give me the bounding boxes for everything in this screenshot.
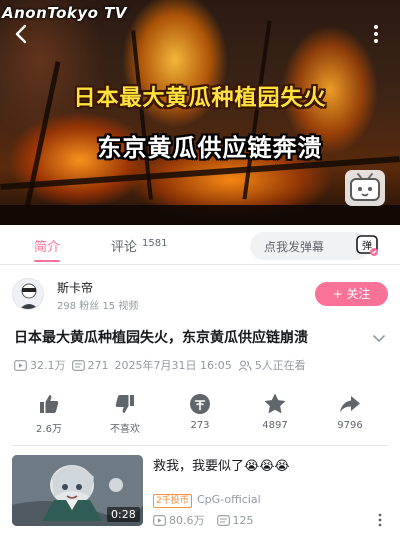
avatar[interactable]: [12, 278, 44, 310]
watching-count: 5人正在看: [238, 357, 306, 373]
video-meta: 32.1万 271 2025年7月31日 16:05 5人正在看: [14, 357, 312, 373]
video-caption-line1: 日本最大黄瓜种植园失火: [73, 86, 327, 111]
danmaku-input[interactable]: 点我发弹幕: [250, 232, 370, 260]
like-button[interactable]: 2.6万: [19, 392, 79, 435]
related-view-count: 80.6万: [153, 512, 205, 528]
video-title: 日本最大黄瓜种植园失火，东京黄瓜供应链崩溃: [14, 330, 308, 346]
watching-count-value: 5人正在看: [254, 359, 306, 372]
tab-comments[interactable]: 评论: [111, 236, 137, 255]
uploader-stats: 298 粉丝 15 视频: [57, 301, 139, 312]
more-options-icon[interactable]: [364, 22, 388, 46]
coin-icon: [190, 394, 210, 414]
back-arrow-icon[interactable]: [10, 22, 34, 46]
comments-count: 1581: [142, 238, 168, 249]
danmaku-count-icon: [216, 514, 230, 526]
publish-date: 2025年7月31日 16:05: [114, 359, 232, 372]
related-title-text: 救我，我要似了😭😭😭: [153, 459, 290, 474]
thumbs-up-icon: [40, 395, 59, 413]
chevron-down-icon[interactable]: [371, 330, 387, 346]
related-danmaku-count: 125: [216, 513, 254, 527]
play-count-icon: [153, 514, 166, 526]
coin-count: 273: [190, 420, 210, 431]
related-stats: 80.6万 125: [153, 512, 266, 528]
video-caption-line2: 东京黄瓜供应链奔溃: [97, 134, 323, 162]
related-author[interactable]: CpG-official: [197, 493, 261, 506]
active-tab-indicator: [34, 260, 60, 262]
video-duration: 0:28: [107, 507, 140, 522]
share-arrow-icon: [340, 396, 360, 413]
people-icon: [238, 360, 252, 371]
view-count: 32.1万: [14, 357, 66, 373]
share-button[interactable]: 9796: [320, 392, 380, 431]
related-view-value: 80.6万: [169, 514, 205, 527]
like-count: 2.6万: [36, 424, 62, 435]
danmaku-toggle-label: 弹: [362, 239, 372, 252]
burning-beam: [0, 205, 400, 225]
dislike-label: 不喜欢: [110, 424, 140, 435]
section-divider: [12, 445, 388, 446]
danmaku-count-value: 271: [87, 358, 109, 372]
coin-badge: 2千投币: [153, 494, 192, 508]
related-video-title[interactable]: 救我，我要似了😭😭😭: [153, 455, 290, 474]
channel-watermark: AnonTokyo TV: [2, 4, 127, 22]
view-count-value: 32.1万: [30, 359, 66, 372]
follow-button[interactable]: + 关注: [315, 282, 388, 306]
danmaku-count: 271: [71, 358, 109, 372]
tv-mascot-icon[interactable]: [345, 170, 385, 206]
coin-button[interactable]: 273: [170, 392, 230, 431]
video-player[interactable]: AnonTokyo TV 日本最大黄瓜种植园失火 东京黄瓜供应链奔溃: [0, 0, 400, 225]
star-icon: [265, 394, 285, 413]
uploader-name[interactable]: 斯卡帝: [57, 279, 93, 296]
thumbs-down-icon: [115, 395, 134, 413]
danmaku-count-icon: [71, 359, 85, 371]
dislike-button[interactable]: 不喜欢: [95, 392, 155, 435]
favorite-button[interactable]: 4897: [245, 392, 305, 431]
more-options-icon[interactable]: [374, 512, 386, 528]
share-count: 9796: [337, 420, 363, 431]
tab-intro[interactable]: 简介: [34, 236, 60, 255]
danmaku-toggle-icon[interactable]: 弹: [355, 233, 379, 257]
play-count-icon: [14, 359, 27, 371]
related-danmaku-value: 125: [232, 513, 254, 527]
favorite-count: 4897: [262, 420, 288, 431]
